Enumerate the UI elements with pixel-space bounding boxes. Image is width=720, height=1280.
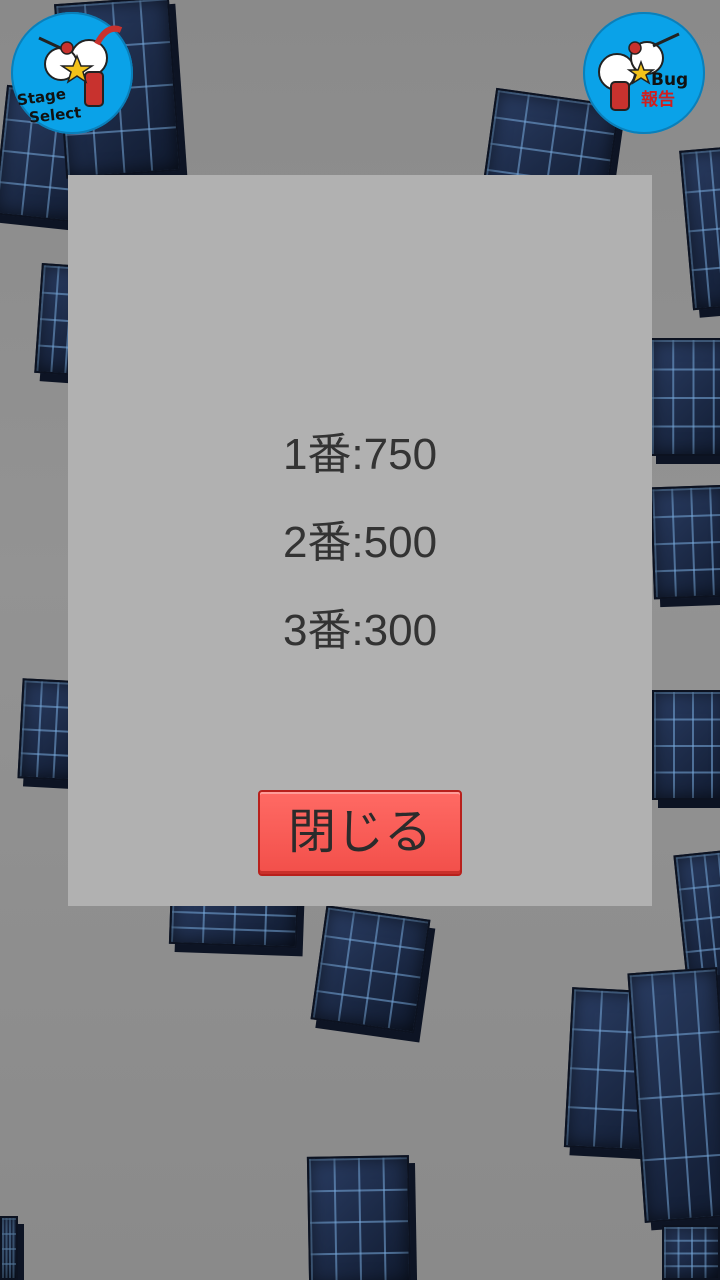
- rank-3-score: 3番:300: [282, 606, 438, 655]
- stage-select-button[interactable]: Stage Select: [11, 12, 133, 134]
- background-cube: [650, 484, 720, 600]
- background-cube: [662, 1225, 720, 1280]
- background-cube: [679, 145, 720, 311]
- ranking-dialog: 1番:750 2番:500 3番:300 閉じる: [68, 175, 652, 906]
- bug-report-button[interactable]: Bug 報告: [583, 12, 705, 134]
- background-cube: [650, 338, 720, 456]
- bug-report-label-line1: Bug: [651, 70, 689, 90]
- background-cube: [306, 1155, 412, 1280]
- background-cube: [652, 690, 720, 800]
- background-cube: [0, 1216, 18, 1280]
- background-cube: [310, 905, 431, 1034]
- close-button[interactable]: 閉じる: [258, 790, 462, 876]
- background-cube: [627, 967, 720, 1223]
- background-cube: [673, 849, 720, 985]
- rank-1-score: 1番:750: [282, 430, 438, 479]
- rank-2-score: 2番:500: [282, 518, 438, 567]
- bug-report-label-line2: 報告: [641, 90, 675, 110]
